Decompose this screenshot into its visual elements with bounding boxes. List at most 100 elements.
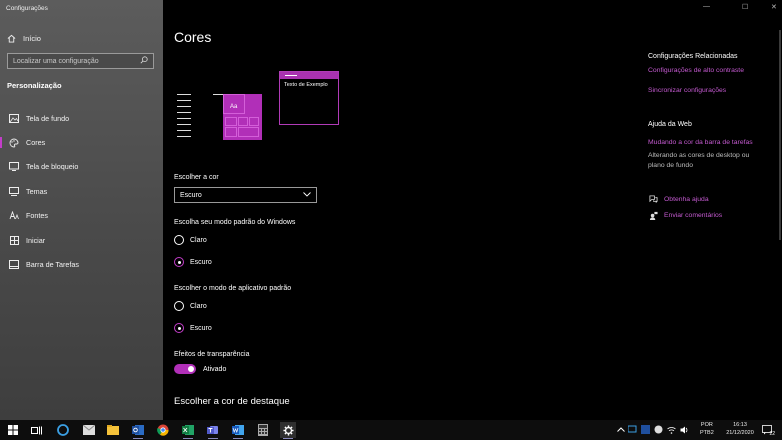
brush-icon bbox=[9, 186, 19, 196]
transparency-label: Efeitos de transparência bbox=[174, 351, 250, 358]
search-icon[interactable] bbox=[140, 56, 148, 66]
calculator-icon[interactable] bbox=[255, 422, 271, 438]
sidebar-item-barra-de-tarefas[interactable]: Barra de Tarefas bbox=[0, 252, 163, 276]
sync-settings-link[interactable]: Sincronizar configurações bbox=[648, 87, 726, 94]
network-tray-icon[interactable] bbox=[628, 425, 637, 434]
settings-window: Configurações Início Localizar uma confi… bbox=[0, 0, 782, 420]
app-tray-icon[interactable] bbox=[654, 425, 663, 434]
search-placeholder: Localizar uma configuração bbox=[13, 57, 99, 65]
keyboard-layout: PTB2 bbox=[700, 430, 714, 436]
sidebar-item-label: Fontes bbox=[26, 211, 48, 221]
theme-preview: Aa Texto de Exemplo bbox=[173, 68, 343, 144]
palette-icon bbox=[9, 138, 19, 148]
preview-tile-text: Aa bbox=[230, 104, 238, 110]
app-title: Configurações bbox=[6, 5, 48, 12]
windows-mode-label: Escolha seu modo padrão do Windows bbox=[174, 219, 296, 226]
web-help-text[interactable]: Alterando as cores de desktop ou plano d… bbox=[648, 151, 763, 171]
lock-screen-icon bbox=[9, 162, 19, 172]
sidebar-item-tela-de-fundo[interactable]: Tela de fundo bbox=[0, 106, 163, 130]
sidebar-item-label: Tela de bloqueio bbox=[26, 162, 79, 172]
transparency-state: Ativado bbox=[203, 365, 227, 373]
word-icon[interactable] bbox=[230, 422, 246, 439]
feedback-label: Enviar comentários bbox=[664, 212, 723, 219]
taskbar-color-help-link[interactable]: Mudando a cor da barra de tarefas bbox=[648, 139, 753, 146]
search-input[interactable]: Localizar uma configuração bbox=[7, 53, 154, 69]
windows-mode-escuro-radio[interactable]: Escuro bbox=[174, 257, 212, 267]
start-button[interactable] bbox=[5, 422, 21, 438]
accent-color-heading: Escolher a cor de destaque bbox=[174, 396, 290, 407]
font-icon bbox=[9, 211, 19, 221]
outlook-icon[interactable] bbox=[130, 422, 146, 439]
sidebar-item-iniciar[interactable]: Iniciar bbox=[0, 228, 163, 252]
sidebar-nav: Tela de fundo Cores Tela de bloqueio Tem… bbox=[0, 106, 163, 277]
section-title: Personalização bbox=[7, 81, 62, 90]
choose-color-label: Escolher a cor bbox=[174, 174, 219, 181]
language-indicator[interactable]: POR PTB2 bbox=[700, 421, 714, 437]
sidebar-item-label: Iniciar bbox=[26, 235, 46, 245]
edge-icon[interactable] bbox=[55, 422, 71, 438]
task-view-icon[interactable] bbox=[28, 422, 44, 438]
radio-label: Escuro bbox=[190, 324, 212, 332]
radio-label: Claro bbox=[190, 302, 207, 310]
chrome-icon[interactable] bbox=[155, 422, 171, 438]
sidebar-item-cores[interactable]: Cores bbox=[0, 130, 163, 154]
close-button[interactable]: ✕ bbox=[771, 3, 777, 11]
picture-icon bbox=[9, 113, 19, 123]
wifi-tray-icon[interactable] bbox=[667, 425, 676, 434]
language-code: POR bbox=[700, 422, 713, 428]
page-title: Cores bbox=[174, 29, 212, 45]
maximize-button[interactable]: ☐ bbox=[742, 3, 748, 11]
sidebar-item-label: Barra de Tarefas bbox=[26, 260, 80, 270]
preview-sample-text: Texto de Exemplo bbox=[284, 82, 328, 88]
radio-circle bbox=[174, 301, 184, 311]
home-nav-item[interactable]: Início bbox=[6, 31, 156, 45]
outlook-tray-icon[interactable] bbox=[641, 425, 650, 434]
main-scrollbar[interactable] bbox=[779, 30, 781, 240]
chevron-up-icon[interactable] bbox=[616, 425, 625, 434]
choose-color-dropdown[interactable]: Escuro bbox=[174, 187, 317, 203]
chevron-down-icon bbox=[303, 191, 311, 199]
teams-icon[interactable] bbox=[205, 422, 221, 439]
get-help-link[interactable]: Obtenha ajuda bbox=[648, 195, 709, 204]
start-icon bbox=[9, 235, 19, 245]
taskbar-icon bbox=[9, 260, 19, 270]
sidebar-item-label: Temas bbox=[26, 186, 48, 196]
home-icon bbox=[6, 34, 16, 43]
home-label: Início bbox=[23, 33, 41, 43]
send-feedback-link[interactable]: Enviar comentários bbox=[648, 211, 722, 220]
notification-center-button[interactable]: 22 bbox=[760, 423, 775, 437]
taskbar: POR PTB2 16:13 21/12/2020 22 bbox=[0, 420, 782, 440]
excel-icon[interactable] bbox=[180, 422, 196, 439]
sidebar-item-temas[interactable]: Temas bbox=[0, 179, 163, 203]
transparency-toggle[interactable] bbox=[174, 364, 196, 374]
high-contrast-link[interactable]: Configurações de alto contraste bbox=[648, 67, 744, 74]
mail-icon[interactable] bbox=[81, 422, 97, 438]
radio-label: Escuro bbox=[190, 258, 212, 266]
sidebar-item-tela-de-bloqueio[interactable]: Tela de bloqueio bbox=[0, 155, 163, 179]
radio-label: Claro bbox=[190, 236, 207, 244]
windows-mode-claro-radio[interactable]: Claro bbox=[174, 235, 207, 245]
app-mode-claro-radio[interactable]: Claro bbox=[174, 301, 207, 311]
related-settings-title: Configurações Relacionadas bbox=[648, 53, 738, 60]
settings-icon[interactable] bbox=[280, 422, 296, 439]
volume-tray-icon[interactable] bbox=[680, 425, 689, 434]
feedback-icon bbox=[648, 211, 658, 220]
notification-count: 22 bbox=[769, 431, 775, 437]
minimize-button[interactable]: — bbox=[703, 3, 710, 10]
clock-time: 16:13 bbox=[733, 422, 747, 428]
radio-circle bbox=[174, 257, 184, 267]
app-mode-label: Escolher o modo de aplicativo padrão bbox=[174, 285, 292, 292]
app-mode-escuro-radio[interactable]: Escuro bbox=[174, 323, 212, 333]
preview-sample-window: Texto de Exemplo bbox=[279, 71, 339, 125]
radio-circle bbox=[174, 235, 184, 245]
help-chat-icon bbox=[648, 195, 658, 204]
main-content: Cores Aa Texto de Exemplo Escolher a cor… bbox=[163, 0, 782, 420]
web-help-title: Ajuda da Web bbox=[648, 121, 692, 128]
preview-tile: Aa bbox=[223, 94, 262, 140]
sidebar-item-fontes[interactable]: Fontes bbox=[0, 204, 163, 228]
clock[interactable]: 16:13 21/12/2020 bbox=[723, 421, 757, 437]
file-explorer-icon[interactable] bbox=[105, 422, 121, 438]
transparency-toggle-row: Ativado bbox=[174, 364, 226, 374]
sidebar-item-label: Tela de fundo bbox=[26, 113, 70, 123]
radio-circle bbox=[174, 323, 184, 333]
